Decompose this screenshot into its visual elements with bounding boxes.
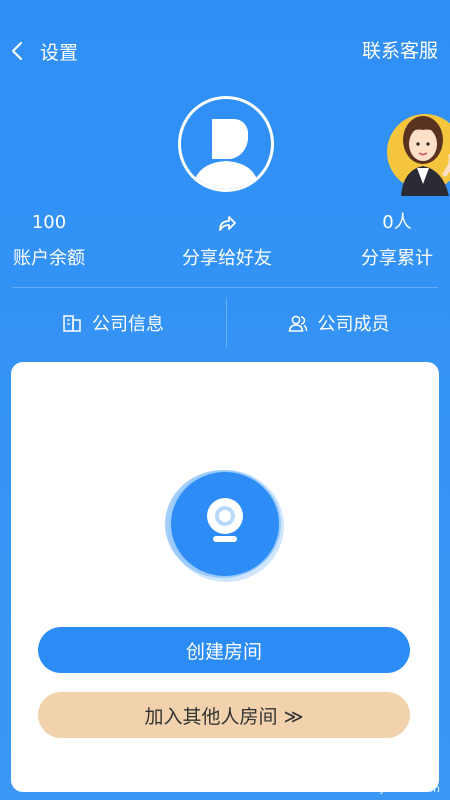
- share-label: 分享给好友: [182, 248, 272, 269]
- users-icon: [288, 315, 307, 332]
- watermark-brand: 007游戏网: [301, 753, 440, 783]
- contact-service-button[interactable]: 联系客服: [362, 36, 438, 66]
- share-count-value: 0人: [382, 212, 412, 233]
- share-count-label: 分享累计: [361, 248, 433, 269]
- create-room-button[interactable]: 创建房间: [38, 627, 410, 673]
- tab-company-members[interactable]: 公司成员: [227, 306, 450, 340]
- default-avatar-icon: [193, 119, 259, 189]
- app-screen: 设置 联系客服 100 账户余额 分享给好友 0人 分享累计 公司信息 公司成员…: [0, 0, 450, 800]
- avatar[interactable]: [178, 96, 274, 192]
- room-card: 创建房间 加入其他人房间 ≫: [11, 362, 439, 792]
- share-count-stat[interactable]: 0人 分享累计: [322, 210, 450, 270]
- camera-icon: [165, 470, 284, 582]
- watermark: 007游戏网 www.yx007.com: [302, 755, 440, 794]
- divider: [12, 287, 438, 288]
- tab-company-info-label: 公司信息: [92, 314, 164, 335]
- customer-service-lady-icon[interactable]: [387, 104, 450, 196]
- top-bar: 设置 联系客服: [0, 0, 450, 100]
- balance-stat[interactable]: 100 账户余额: [0, 210, 124, 270]
- building-icon: [63, 315, 81, 332]
- balance-label: 账户余额: [13, 248, 85, 269]
- watermark-url: www.yx007.com: [349, 782, 440, 795]
- settings-label: 设置: [40, 41, 79, 64]
- back-chevron-icon: [11, 41, 23, 61]
- share-arrow-icon: [219, 216, 236, 231]
- tab-company-info[interactable]: 公司信息: [0, 306, 226, 340]
- settings-back-button[interactable]: 设置: [10, 36, 100, 66]
- share-to-friends-button[interactable]: 分享给好友: [152, 210, 302, 270]
- balance-value: 100: [31, 212, 67, 233]
- join-room-button[interactable]: 加入其他人房间 ≫: [38, 692, 410, 738]
- tab-company-members-label: 公司成员: [317, 314, 390, 335]
